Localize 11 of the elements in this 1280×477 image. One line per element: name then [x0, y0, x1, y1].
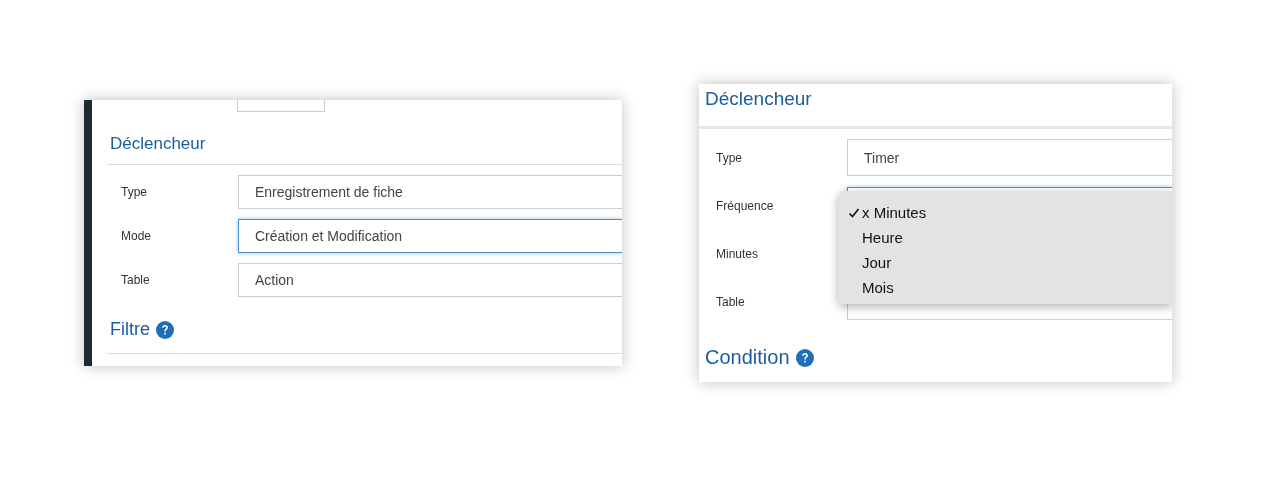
section-heading: Déclencheur — [109, 133, 207, 155]
section-heading: Déclencheur — [704, 87, 813, 111]
field-label: Type — [715, 150, 743, 165]
section-heading: Filtre — [110, 319, 150, 340]
field-label: Mode — [120, 229, 153, 243]
field-label: Minutes — [715, 246, 760, 261]
field-label: Fréquence — [715, 198, 775, 213]
field-label: Table — [715, 294, 746, 309]
section-heading: Condition — [705, 346, 790, 369]
field-label: Type — [120, 185, 148, 199]
field-label: Table — [120, 273, 151, 287]
